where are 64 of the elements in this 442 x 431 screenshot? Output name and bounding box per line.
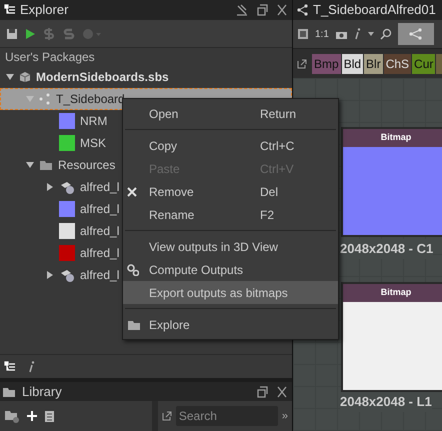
gears-icon xyxy=(127,264,139,276)
collapsed-arrow-icon[interactable] xyxy=(46,183,54,191)
menu-item[interactable]: Copy Ctrl+C xyxy=(123,134,338,157)
node-header: Bitmap xyxy=(343,284,442,302)
tree-item[interactable]: alfred_l xyxy=(80,178,120,196)
external-link-icon[interactable] xyxy=(162,411,172,421)
menu-item[interactable]: Rename F2 xyxy=(123,203,338,226)
tree-item[interactable]: MSK xyxy=(80,134,106,152)
search-field[interactable]: Search xyxy=(176,406,278,426)
zoom-button[interactable]: 1:1 xyxy=(315,26,329,42)
fit-icon[interactable] xyxy=(297,28,309,40)
node-header: Bitmap xyxy=(343,129,442,147)
tree-item[interactable]: NRM xyxy=(80,112,108,130)
connection-toggle[interactable] xyxy=(398,23,434,45)
section-label: User's Packages xyxy=(4,49,96,66)
document-icon[interactable] xyxy=(44,409,56,423)
dropdown-arrow-icon[interactable] xyxy=(368,32,374,36)
menu-item[interactable]: Compute Outputs xyxy=(123,258,338,281)
cube-icon xyxy=(19,71,31,83)
panel-title: Library xyxy=(22,382,62,401)
more-button[interactable]: » xyxy=(282,408,288,424)
graph-icon xyxy=(39,93,51,105)
graph-icon xyxy=(297,4,309,16)
node-chip[interactable]: Cur xyxy=(412,54,436,74)
expanded-arrow-icon[interactable] xyxy=(26,161,34,169)
tree-item[interactable]: T_Sideboard xyxy=(56,90,125,108)
tree-item[interactable]: alfred_l xyxy=(80,200,120,218)
tree-icon[interactable] xyxy=(4,360,16,372)
expanded-arrow-icon[interactable] xyxy=(6,73,14,81)
save-icon[interactable] xyxy=(6,28,18,40)
menu-item[interactable]: Remove Del xyxy=(123,180,338,203)
node-chip[interactable]: Bld xyxy=(342,54,364,74)
folder-icon xyxy=(39,159,53,171)
node-caption: 2048x2048 - L1 xyxy=(340,392,432,412)
menu-item[interactable]: Export outputs as bitmaps xyxy=(123,281,338,304)
node-caption: 2048x2048 - C1 xyxy=(340,239,434,258)
tree-item[interactable]: alfred_l xyxy=(80,266,120,284)
tree-item[interactable]: alfred_l xyxy=(80,244,120,262)
add-folder-icon[interactable] xyxy=(4,409,20,423)
panel-title: Explorer xyxy=(20,1,68,20)
menu-item[interactable]: View outputs in 3D View xyxy=(123,235,338,258)
tree-item[interactable]: ModernSideboards.sbs xyxy=(36,68,169,86)
node-chip[interactable]: ChS xyxy=(384,54,412,74)
tree-item[interactable]: alfred_l xyxy=(80,222,120,240)
remove-icon xyxy=(127,186,137,196)
search-icon[interactable] xyxy=(380,28,392,40)
folder-icon xyxy=(127,318,141,330)
mesh-icon xyxy=(59,179,75,195)
folder-icon xyxy=(2,386,16,398)
tree-icon xyxy=(4,4,16,16)
info-icon[interactable] xyxy=(28,360,36,372)
play-icon[interactable] xyxy=(24,28,36,40)
collapsed-arrow-icon[interactable] xyxy=(46,271,54,279)
info-icon[interactable] xyxy=(354,28,362,40)
bitmap-node[interactable]: Bitmap xyxy=(341,127,442,237)
graph-icon xyxy=(408,28,423,40)
node-chip[interactable]: Blr xyxy=(364,54,383,74)
menu-item[interactable]: Open Return xyxy=(123,102,338,125)
mesh-icon xyxy=(59,267,75,283)
external-link-icon[interactable] xyxy=(297,58,307,68)
menu-item[interactable]: Explore xyxy=(123,313,338,336)
bitmap-node[interactable]: Bitmap xyxy=(341,282,442,392)
plus-icon[interactable] xyxy=(26,410,38,422)
tree-item[interactable]: Resources xyxy=(58,156,116,174)
